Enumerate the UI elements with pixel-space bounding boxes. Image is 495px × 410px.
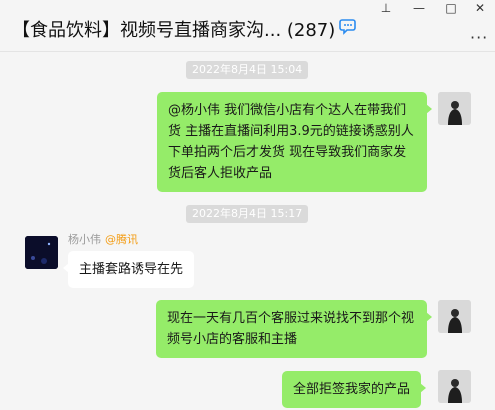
avatar[interactable] — [25, 236, 58, 269]
more-options-icon[interactable]: ··· — [470, 28, 488, 47]
sender-name-text: 杨小伟 — [68, 233, 101, 246]
avatar[interactable] — [438, 92, 471, 125]
pin-icon[interactable]: ⊥ — [372, 0, 400, 16]
chat-title-bar: 【食品饮料】视频号直播商家沟... (287) ⊥ — □ ✕ ··· — [0, 0, 495, 52]
avatar-image — [438, 92, 471, 125]
avatar[interactable] — [438, 370, 471, 403]
timestamp: 2022年8月4日 15:17 — [186, 205, 309, 223]
message-bubble-self[interactable]: @杨小伟 我们微信小店有个达人在带我们货 主播在直播间利用3.9元的链接诱惑别人… — [157, 92, 432, 192]
sender-org-tag: @腾讯 — [105, 233, 138, 246]
avatar-image — [438, 300, 471, 333]
group-chat-icon[interactable] — [339, 18, 359, 36]
chat-title[interactable]: 【食品饮料】视频号直播商家沟... (287) — [12, 16, 335, 42]
timestamp: 2022年8月4日 15:04 — [186, 61, 309, 79]
avatar-image — [438, 370, 471, 403]
maximize-button[interactable]: □ — [437, 0, 465, 16]
avatar[interactable] — [438, 300, 471, 333]
message-bubble-other[interactable]: 主播套路诱导在先 — [62, 251, 195, 288]
message-bubble-self[interactable]: 现在一天有几百个客服过来说找不到那个视频号小店的客服和主播 — [156, 300, 432, 358]
minimize-button[interactable]: — — [405, 0, 433, 16]
message-bubble-self[interactable]: 全部拒签我家的产品 — [282, 371, 427, 408]
close-button[interactable]: ✕ — [466, 0, 494, 16]
avatar-image — [25, 236, 58, 269]
sender-name: 杨小伟 @腾讯 — [68, 231, 138, 247]
